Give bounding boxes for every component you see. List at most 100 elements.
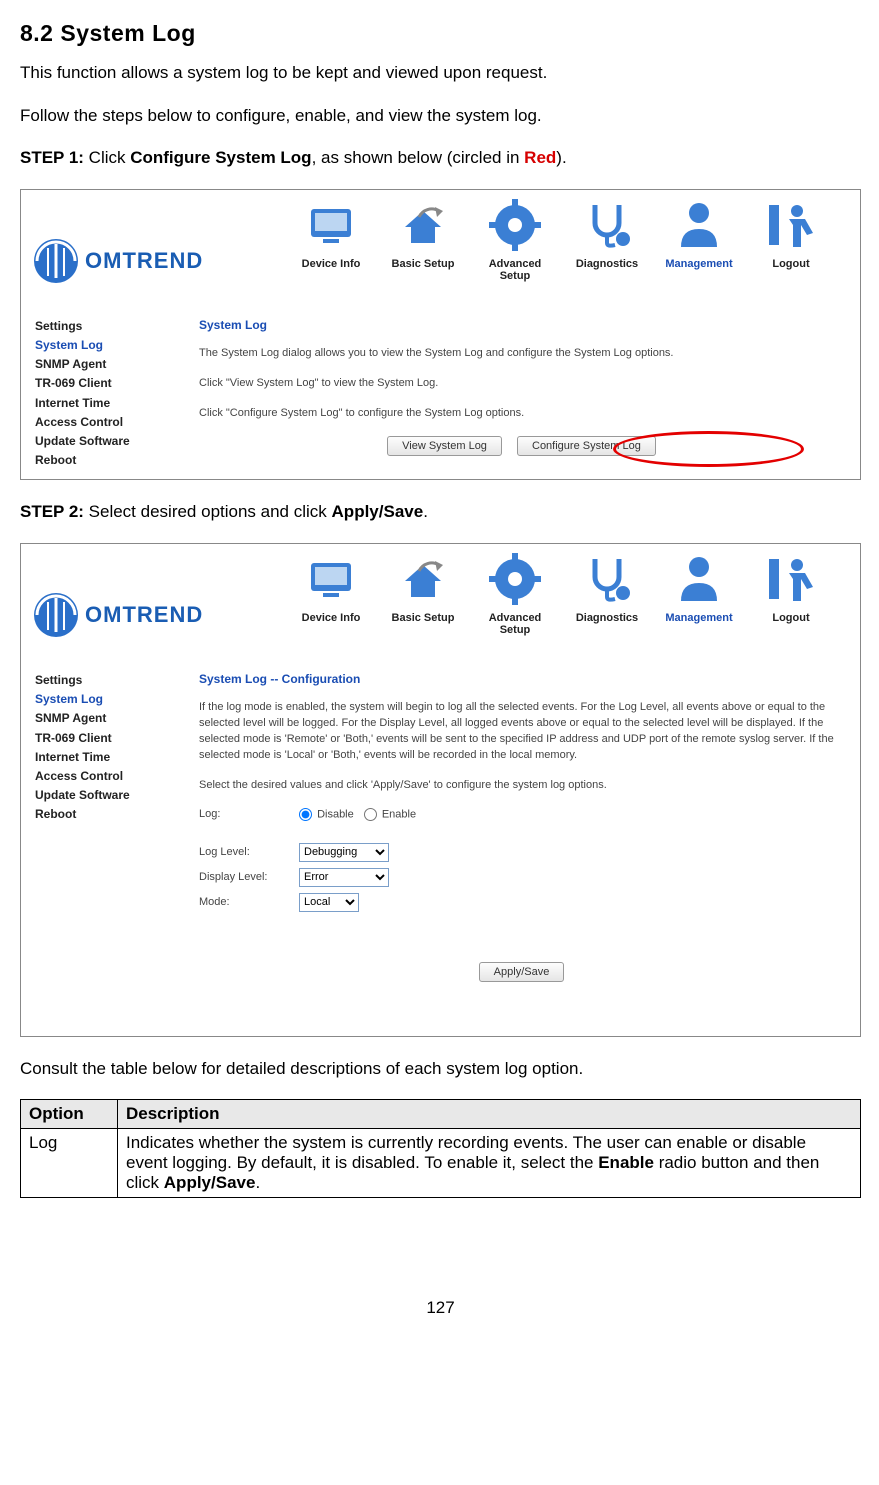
log-row: Log: Disable Enable: [199, 808, 844, 821]
nav-diagnostics[interactable]: Diagnostics: [564, 544, 650, 636]
section-title: System Log: [60, 20, 195, 46]
basic-setup-icon: [394, 550, 452, 608]
brand-logo-text: OMTREND: [85, 602, 203, 628]
nav-logout[interactable]: Logout: [748, 190, 834, 282]
nav-diagnostics[interactable]: Diagnostics: [564, 190, 650, 282]
th-description: Description: [118, 1100, 861, 1129]
sidebar-item-tr069-client[interactable]: TR-069 Client: [35, 730, 175, 746]
log-disable-option[interactable]: Disable: [299, 808, 354, 821]
screenshot-panel-2: OMTREND Device Info Basic Setup Advanced…: [20, 543, 861, 1037]
comtrend-logo-icon: [33, 238, 79, 284]
management-icon: [670, 550, 728, 608]
panel-title: System Log: [199, 318, 844, 332]
table-row: Log Indicates whether the system is curr…: [21, 1129, 861, 1198]
panel2-title: System Log -- Configuration: [199, 672, 844, 686]
screenshot-panel-1: OMTREND Device Info Basic Setup Advanced…: [20, 189, 861, 481]
logout-icon: [762, 196, 820, 254]
view-system-log-button[interactable]: View System Log: [387, 436, 502, 456]
sidebar-item-internet-time[interactable]: Internet Time: [35, 749, 175, 765]
page-number: 127: [20, 1298, 861, 1318]
log-level-row: Log Level: Debugging: [199, 843, 844, 862]
sidebar-item-update-software[interactable]: Update Software: [35, 433, 175, 449]
panel1-text-2: Click "View System Log" to view the Syst…: [199, 376, 844, 392]
sidebar-item-access-control[interactable]: Access Control: [35, 414, 175, 430]
nav-device-info[interactable]: Device Info: [288, 190, 374, 282]
log-enable-radio[interactable]: [364, 808, 377, 821]
configure-system-log-button[interactable]: Configure System Log: [517, 436, 656, 456]
mode-label: Mode:: [199, 896, 299, 908]
logout-icon: [762, 550, 820, 608]
sidebar-item-snmp-agent[interactable]: SNMP Agent: [35, 710, 175, 726]
nav-advanced-setup[interactable]: Advanced Setup: [472, 544, 558, 636]
sidebar-item-tr069-client[interactable]: TR-069 Client: [35, 375, 175, 391]
device-info-icon: [302, 550, 360, 608]
panel-header: OMTREND Device Info Basic Setup Advanced…: [21, 190, 860, 284]
sidebar-item-settings[interactable]: Settings: [35, 672, 175, 688]
panel2-header: OMTREND Device Info Basic Setup Advanced…: [21, 544, 860, 638]
sidebar-item-snmp-agent[interactable]: SNMP Agent: [35, 356, 175, 372]
log-disable-radio[interactable]: [299, 808, 312, 821]
section-heading: 8.2 System Log: [20, 20, 861, 47]
nav-management[interactable]: Management: [656, 190, 742, 282]
brand-logo-text: OMTREND: [85, 248, 203, 274]
table-intro: Consult the table below for detailed des…: [20, 1057, 861, 1082]
log-enable-option[interactable]: Enable: [364, 808, 416, 821]
td-description: Indicates whether the system is currentl…: [118, 1129, 861, 1198]
sidebar-nav: Settings System Log SNMP Agent TR-069 Cl…: [21, 638, 183, 996]
step-1-label: STEP 1:: [20, 148, 84, 167]
sidebar-item-reboot[interactable]: Reboot: [35, 806, 175, 822]
mode-select[interactable]: Local: [299, 893, 359, 912]
panel2-text-1: If the log mode is enabled, the system w…: [199, 700, 844, 764]
td-option: Log: [21, 1129, 118, 1198]
advanced-setup-icon: [486, 196, 544, 254]
step-1-text: STEP 1: Click Configure System Log, as s…: [20, 146, 861, 171]
sidebar-item-system-log[interactable]: System Log: [35, 691, 175, 707]
log-level-select[interactable]: Debugging: [299, 843, 389, 862]
step-1-red: Red: [524, 148, 556, 167]
table-header-row: Option Description: [21, 1100, 861, 1129]
nav-basic-setup[interactable]: Basic Setup: [380, 190, 466, 282]
nav-logout[interactable]: Logout: [748, 544, 834, 636]
th-option: Option: [21, 1100, 118, 1129]
sidebar-item-settings[interactable]: Settings: [35, 318, 175, 334]
section-number: 8.2: [20, 20, 53, 46]
sidebar-item-access-control[interactable]: Access Control: [35, 768, 175, 784]
mode-row: Mode: Local: [199, 893, 844, 912]
basic-setup-icon: [394, 196, 452, 254]
nav-management[interactable]: Management: [656, 544, 742, 636]
brand-logo: OMTREND: [21, 582, 288, 638]
sidebar-nav: Settings System Log SNMP Agent TR-069 Cl…: [21, 284, 183, 480]
apply-save-button[interactable]: Apply/Save: [479, 962, 565, 982]
panel2-text-2: Select the desired values and click 'App…: [199, 778, 844, 794]
display-level-select[interactable]: Error: [299, 868, 389, 887]
intro-paragraph-2: Follow the steps below to configure, ena…: [20, 104, 861, 129]
log-label: Log:: [199, 808, 299, 820]
top-nav: Device Info Basic Setup Advanced Setup D…: [288, 544, 860, 638]
step-1-action: Configure System Log: [130, 148, 311, 167]
sidebar-item-reboot[interactable]: Reboot: [35, 452, 175, 468]
step-2-action: Apply/Save: [332, 502, 424, 521]
advanced-setup-icon: [486, 550, 544, 608]
comtrend-logo-icon: [33, 592, 79, 638]
sidebar-item-system-log[interactable]: System Log: [35, 337, 175, 353]
nav-advanced-setup[interactable]: Advanced Setup: [472, 190, 558, 282]
sidebar-item-update-software[interactable]: Update Software: [35, 787, 175, 803]
panel1-text-3: Click "Configure System Log" to configur…: [199, 406, 844, 422]
device-info-icon: [302, 196, 360, 254]
options-table: Option Description Log Indicates whether…: [20, 1099, 861, 1198]
intro-paragraph-1: This function allows a system log to be …: [20, 61, 861, 86]
diagnostics-icon: [578, 196, 636, 254]
log-level-label: Log Level:: [199, 846, 299, 858]
sidebar-item-internet-time[interactable]: Internet Time: [35, 395, 175, 411]
step-2-text: STEP 2: Select desired options and click…: [20, 500, 861, 525]
management-icon: [670, 196, 728, 254]
nav-device-info[interactable]: Device Info: [288, 544, 374, 636]
brand-logo: OMTREND: [21, 228, 288, 284]
display-level-label: Display Level:: [199, 871, 299, 883]
diagnostics-icon: [578, 550, 636, 608]
panel-content: System Log The System Log dialog allows …: [183, 284, 860, 480]
top-nav: Device Info Basic Setup Advanced Setup D…: [288, 190, 860, 284]
step-2-label: STEP 2:: [20, 502, 84, 521]
nav-basic-setup[interactable]: Basic Setup: [380, 544, 466, 636]
panel1-text-1: The System Log dialog allows you to view…: [199, 346, 844, 362]
